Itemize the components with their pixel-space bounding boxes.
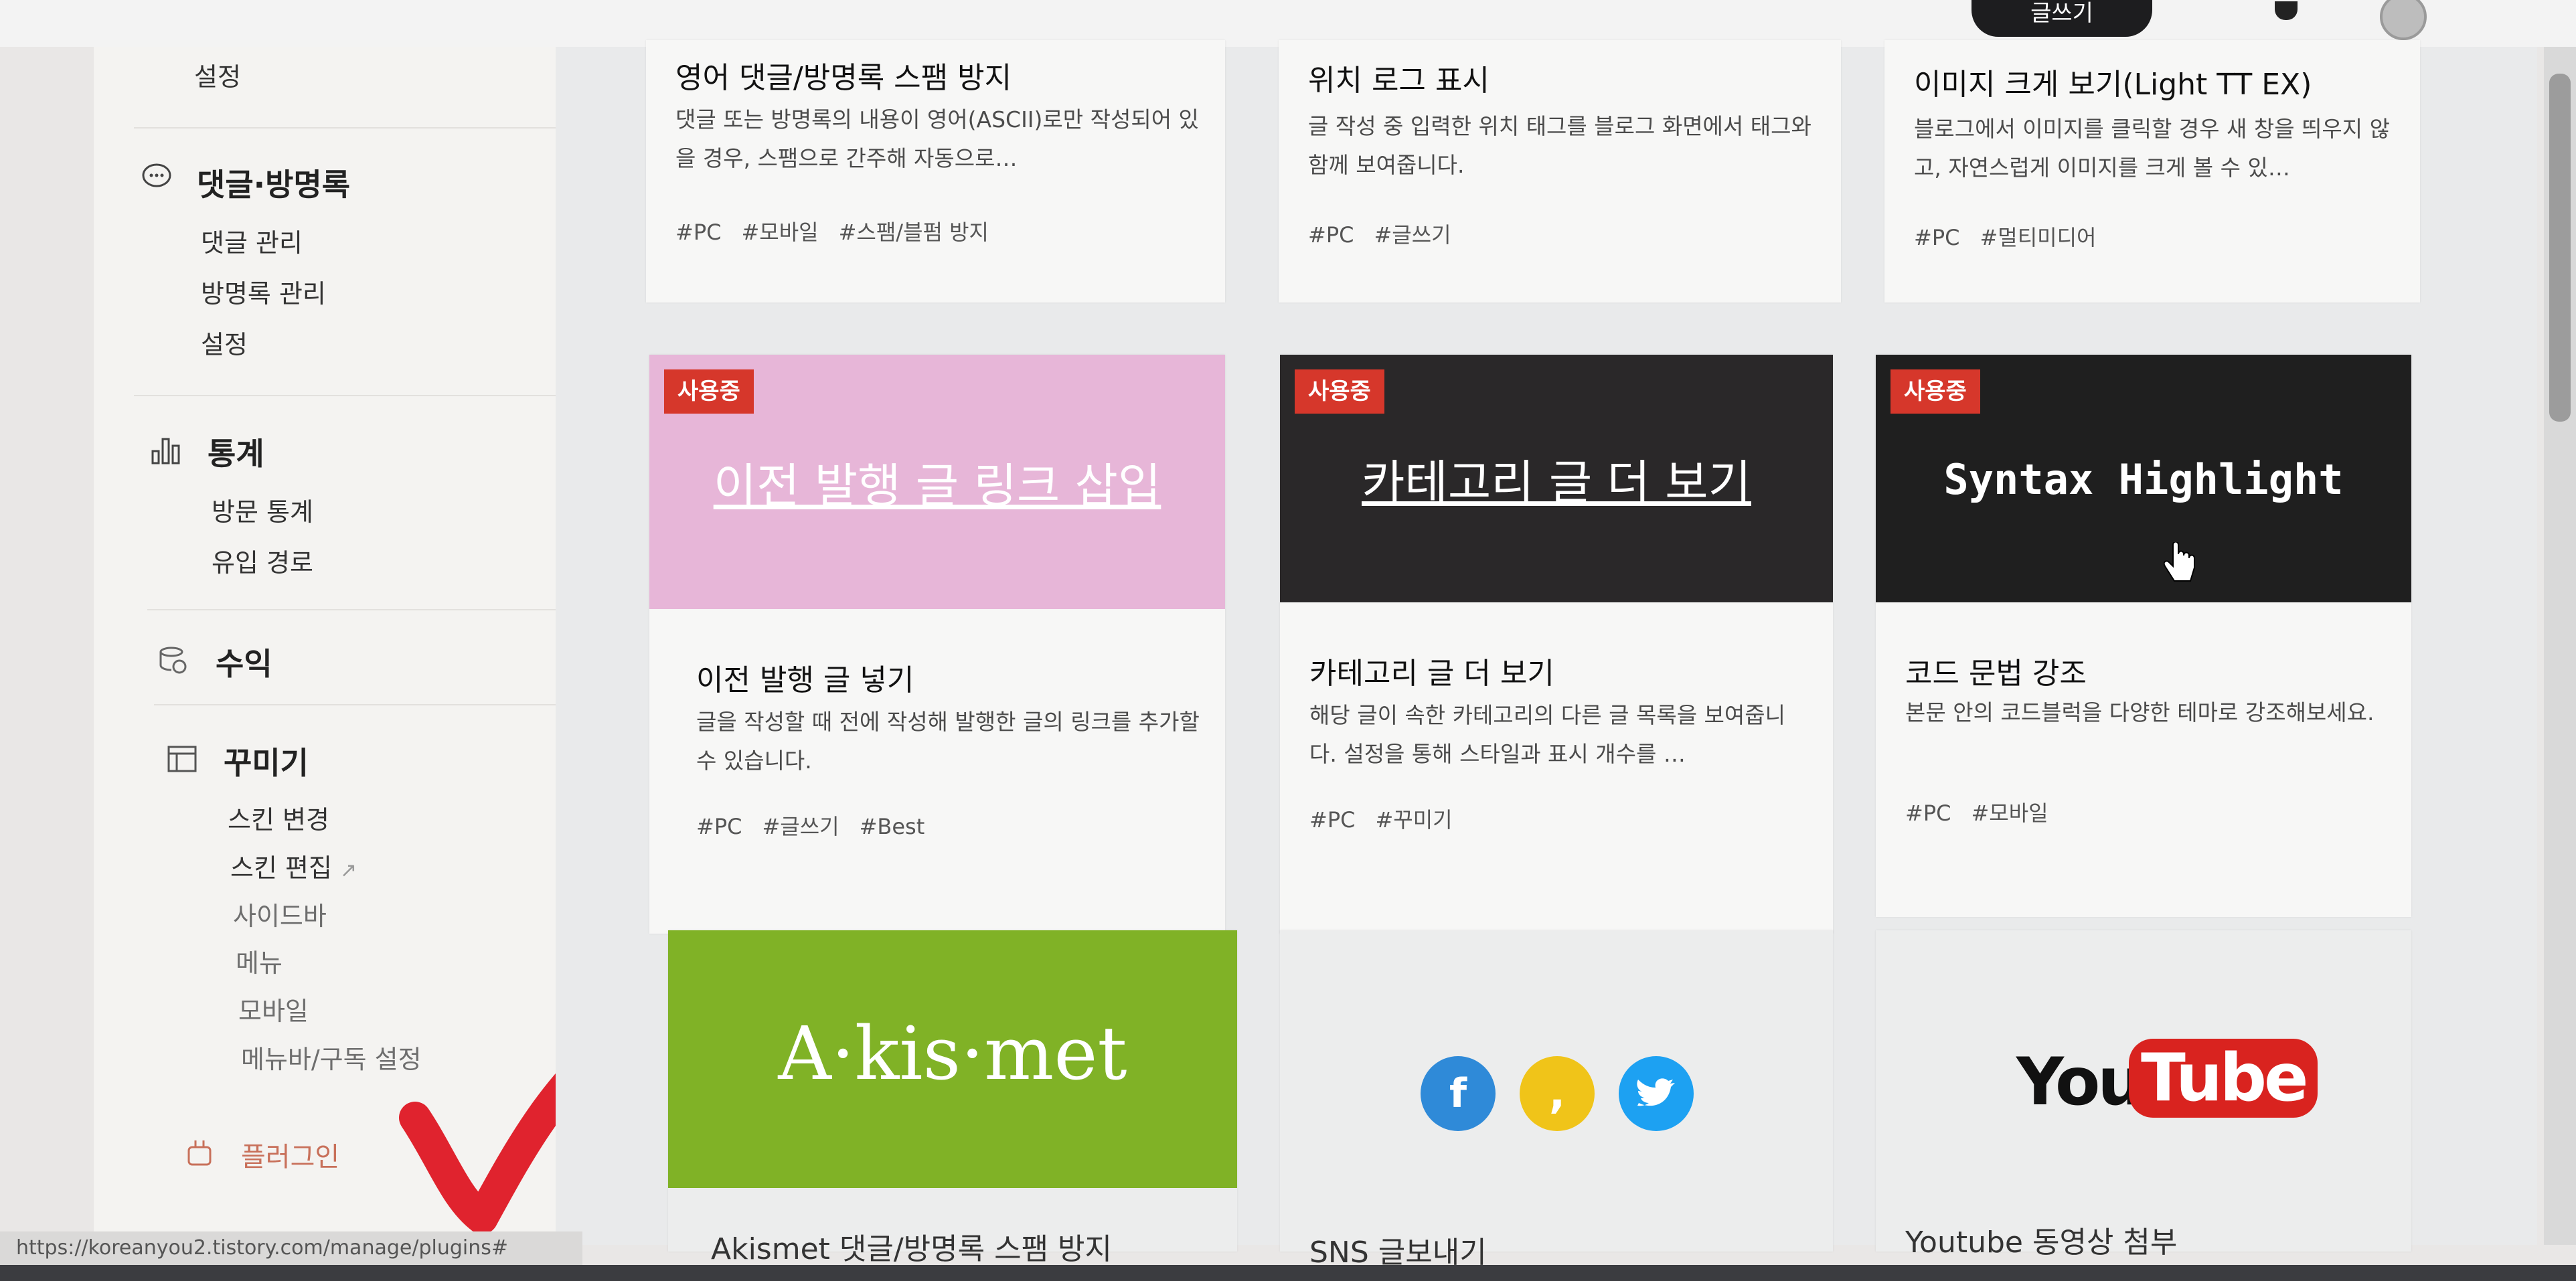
card-thumbnail: 사용중 Syntax Highlight	[1876, 355, 2411, 602]
twitter-icon	[1619, 1056, 1694, 1131]
skin-edit-label: 스킨 편집	[230, 853, 332, 883]
bell-icon[interactable]	[2275, 1, 2298, 20]
status-url: https://koreanyou2.tistory.com/manage/pl…	[0, 1231, 582, 1265]
plugin-card[interactable]: 위치 로그 표시 글 작성 중 입력한 위치 태그를 블로그 화면에서 태그와 …	[1279, 40, 1841, 303]
card-desc: 글 작성 중 입력한 위치 태그를 블로그 화면에서 태그와 함께 보여줍니다.	[1308, 113, 1812, 178]
revenue-icon	[159, 647, 187, 674]
sidebar-item-skin-change[interactable]: 스킨 변경	[228, 799, 329, 836]
akismet-logo: A·kis·met	[668, 930, 1237, 1188]
section-title-comments[interactable]: 댓글·방명록	[197, 161, 350, 205]
sidebar-item-mobile[interactable]: 모바일	[238, 991, 309, 1027]
card-title: 카테고리 글 더 보기	[1309, 657, 1554, 691]
plugin-grid: 영어 댓글/방명록 스팸 방지 댓글 또는 방명록의 내용이 영어(ASCII)…	[556, 40, 2537, 1270]
card-title: 위치 로그 표시	[1308, 64, 1490, 98]
card-tags: #PC #모바일	[1905, 800, 2048, 826]
card-thumbnail: 사용중 카테고리 글 더 보기	[1280, 355, 1833, 602]
youtube-logo-you: You	[2016, 1044, 2144, 1120]
plugin-card[interactable]: f , SNS 글보내기	[1280, 930, 1833, 1270]
card-desc: 블로그에서 이미지를 클릭할 경우 새 창을 띄우지 않고, 자연스럽게 이미지…	[1914, 116, 2390, 181]
card-desc: 해당 글이 속한 카테고리의 다른 글 목록을 보여줍니다. 설정을 통해 스타…	[1309, 702, 1785, 767]
chart-icon	[151, 438, 180, 464]
sidebar-item-sidebar[interactable]: 사이드바	[233, 895, 327, 932]
youtube-logo: You Tube	[2016, 1037, 2318, 1131]
external-link-icon: ↗	[340, 859, 357, 882]
divider	[147, 609, 569, 610]
card-desc: 댓글 또는 방명록의 내용이 영어(ASCII)로만 작성되어 있을 경우, 스…	[675, 106, 1199, 171]
in-use-badge: 사용중	[1890, 369, 1980, 414]
plugin-card[interactable]: 사용중 Syntax Highlight 코드 문법 강조 본문 안의 코드블럭…	[1876, 355, 2411, 917]
card-tags: #PC #모바일 #스팸/블펌 방지	[675, 220, 989, 245]
section-title-revenue[interactable]: 수익	[216, 640, 272, 684]
card-title: 영어 댓글/방명록 스팸 방지	[675, 61, 1012, 95]
plugin-card[interactable]: 사용중 이전 발행 글 링크 삽입 이전 발행 글 넣기 글을 작성할 때 전에…	[649, 355, 1225, 934]
card-title: 이전 발행 글 넣기	[696, 663, 914, 697]
in-use-badge: 사용중	[1295, 369, 1384, 414]
facebook-icon: f	[1421, 1056, 1496, 1131]
screen-bezel	[0, 1265, 2576, 1281]
divider	[154, 704, 576, 705]
plugin-card[interactable]: 영어 댓글/방명록 스팸 방지 댓글 또는 방명록의 내용이 영어(ASCII)…	[646, 40, 1225, 303]
thumbnail-text: 카테고리 글 더 보기	[1362, 455, 1751, 510]
hand-cursor-icon	[2164, 542, 2195, 582]
comment-icon	[142, 163, 171, 187]
akismet-logo-text: A·kis·met	[778, 1011, 1127, 1096]
youtube-logo-tube: Tube	[2129, 1039, 2318, 1118]
plugin-card[interactable]: You Tube Youtube 동영상 첨부	[1876, 930, 2411, 1260]
layout-icon	[167, 746, 197, 772]
scrollbar-thumb[interactable]	[2549, 74, 2571, 422]
thumbnail-text: 이전 발행 글 링크 삽입	[713, 458, 1161, 513]
plugin-card[interactable]: A·kis·met Akismet 댓글/방명록 스팸 방지	[668, 930, 1237, 1266]
thumbnail-text: Syntax Highlight	[1943, 455, 2344, 504]
sidebar-item-settings-top[interactable]: 설정	[194, 56, 241, 93]
card-desc: 글을 작성할 때 전에 작성해 발행한 글의 링크를 추가할 수 있습니다.	[696, 709, 1200, 774]
sidebar-item-guestbook-manage[interactable]: 방명록 관리	[201, 273, 326, 310]
plugin-icon	[187, 1140, 212, 1166]
section-title-customize[interactable]: 꾸미기	[224, 739, 309, 783]
sidebar-item-skin-edit[interactable]: 스킨 편집 ↗	[230, 847, 357, 884]
sidebar-item-referrer[interactable]: 유입 경로	[212, 542, 313, 579]
card-thumbnail: 사용중 이전 발행 글 링크 삽입	[649, 355, 1225, 609]
avatar[interactable]	[2380, 0, 2427, 40]
card-tags: #PC #글쓰기 #Best	[696, 814, 925, 839]
card-tags: #PC #멀티미디어	[1914, 225, 2097, 250]
sidebar: 설정 댓글·방명록 댓글 관리 방명록 관리 설정 통계 방문 통계 유입 경로…	[94, 47, 652, 1245]
section-title-stats[interactable]: 통계	[208, 430, 264, 474]
sidebar-item-comment-manage[interactable]: 댓글 관리	[201, 222, 303, 259]
card-title: Youtube 동영상 첨부	[1905, 1225, 2178, 1260]
card-tags: #PC #꾸미기	[1309, 807, 1453, 833]
write-button[interactable]: 글쓰기	[1971, 0, 2152, 37]
sidebar-item-plugins[interactable]: 플러그인	[241, 1135, 339, 1174]
plugin-card[interactable]: 이미지 크게 보기(Light TT EX) 블로그에서 이미지를 클릭할 경우…	[1884, 40, 2420, 303]
kakaostory-icon: ,	[1520, 1056, 1595, 1131]
card-title: 코드 문법 강조	[1905, 657, 2087, 691]
divider	[134, 127, 556, 129]
card-desc: 본문 안의 코드블럭을 다양한 테마로 강조해보세요.	[1905, 699, 2374, 725]
divider	[134, 395, 556, 396]
card-title: Akismet 댓글/방명록 스팸 방지	[711, 1232, 1113, 1266]
sidebar-item-visit-stats[interactable]: 방문 통계	[212, 491, 313, 528]
in-use-badge: 사용중	[664, 369, 754, 414]
card-title: 이미지 크게 보기(Light TT EX)	[1914, 68, 2312, 102]
sidebar-item-menu[interactable]: 메뉴	[236, 942, 283, 979]
plugin-card[interactable]: 사용중 카테고리 글 더 보기 카테고리 글 더 보기 해당 글이 속한 카테고…	[1280, 355, 1833, 934]
card-tags: #PC #글쓰기	[1308, 222, 1451, 248]
sidebar-item-comment-settings[interactable]: 설정	[201, 324, 248, 361]
